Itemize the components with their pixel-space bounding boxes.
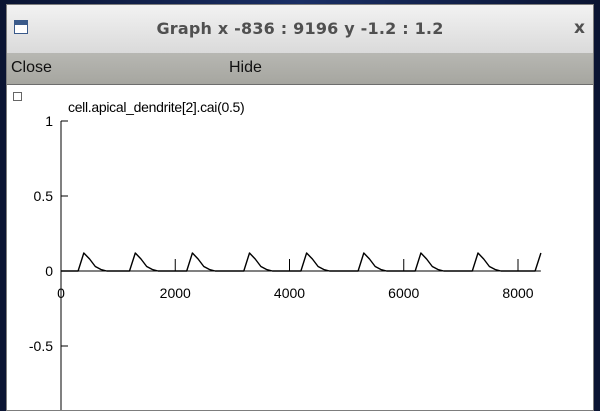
y-tick-label: -0.5 — [29, 338, 53, 354]
x-tick-label: 4000 — [274, 285, 305, 301]
hide-menu-button[interactable]: Hide — [229, 59, 262, 77]
title-bar[interactable]: Graph x -836 : 9196 y -1.2 : 1.2 x — [7, 5, 593, 54]
window-title: Graph x -836 : 9196 y -1.2 : 1.2 — [156, 19, 444, 38]
graph-canvas[interactable]: 0 2000 4000 6000 8000 1 0.5 0 -0.5 — [7, 85, 594, 411]
plot-area[interactable]: cell.apical_dendrite[2].cai(0.5) 0 2000 40… — [7, 85, 593, 410]
x-tick-label: 6000 — [388, 285, 419, 301]
series-line — [61, 252, 542, 272]
x-tick-label: 8000 — [502, 285, 533, 301]
close-window-button[interactable]: x — [574, 18, 585, 38]
y-tick-label: 0 — [45, 263, 53, 279]
x-tick-label: 2000 — [160, 285, 191, 301]
y-tick-label: 0.5 — [34, 188, 54, 204]
graph-window: Graph x -836 : 9196 y -1.2 : 1.2 x Close… — [6, 4, 594, 411]
y-tick-label: 1 — [45, 113, 53, 129]
x-tick-label: 0 — [57, 285, 65, 301]
close-menu-button[interactable]: Close — [11, 59, 52, 77]
menu-bar: Close Hide — [7, 53, 593, 85]
